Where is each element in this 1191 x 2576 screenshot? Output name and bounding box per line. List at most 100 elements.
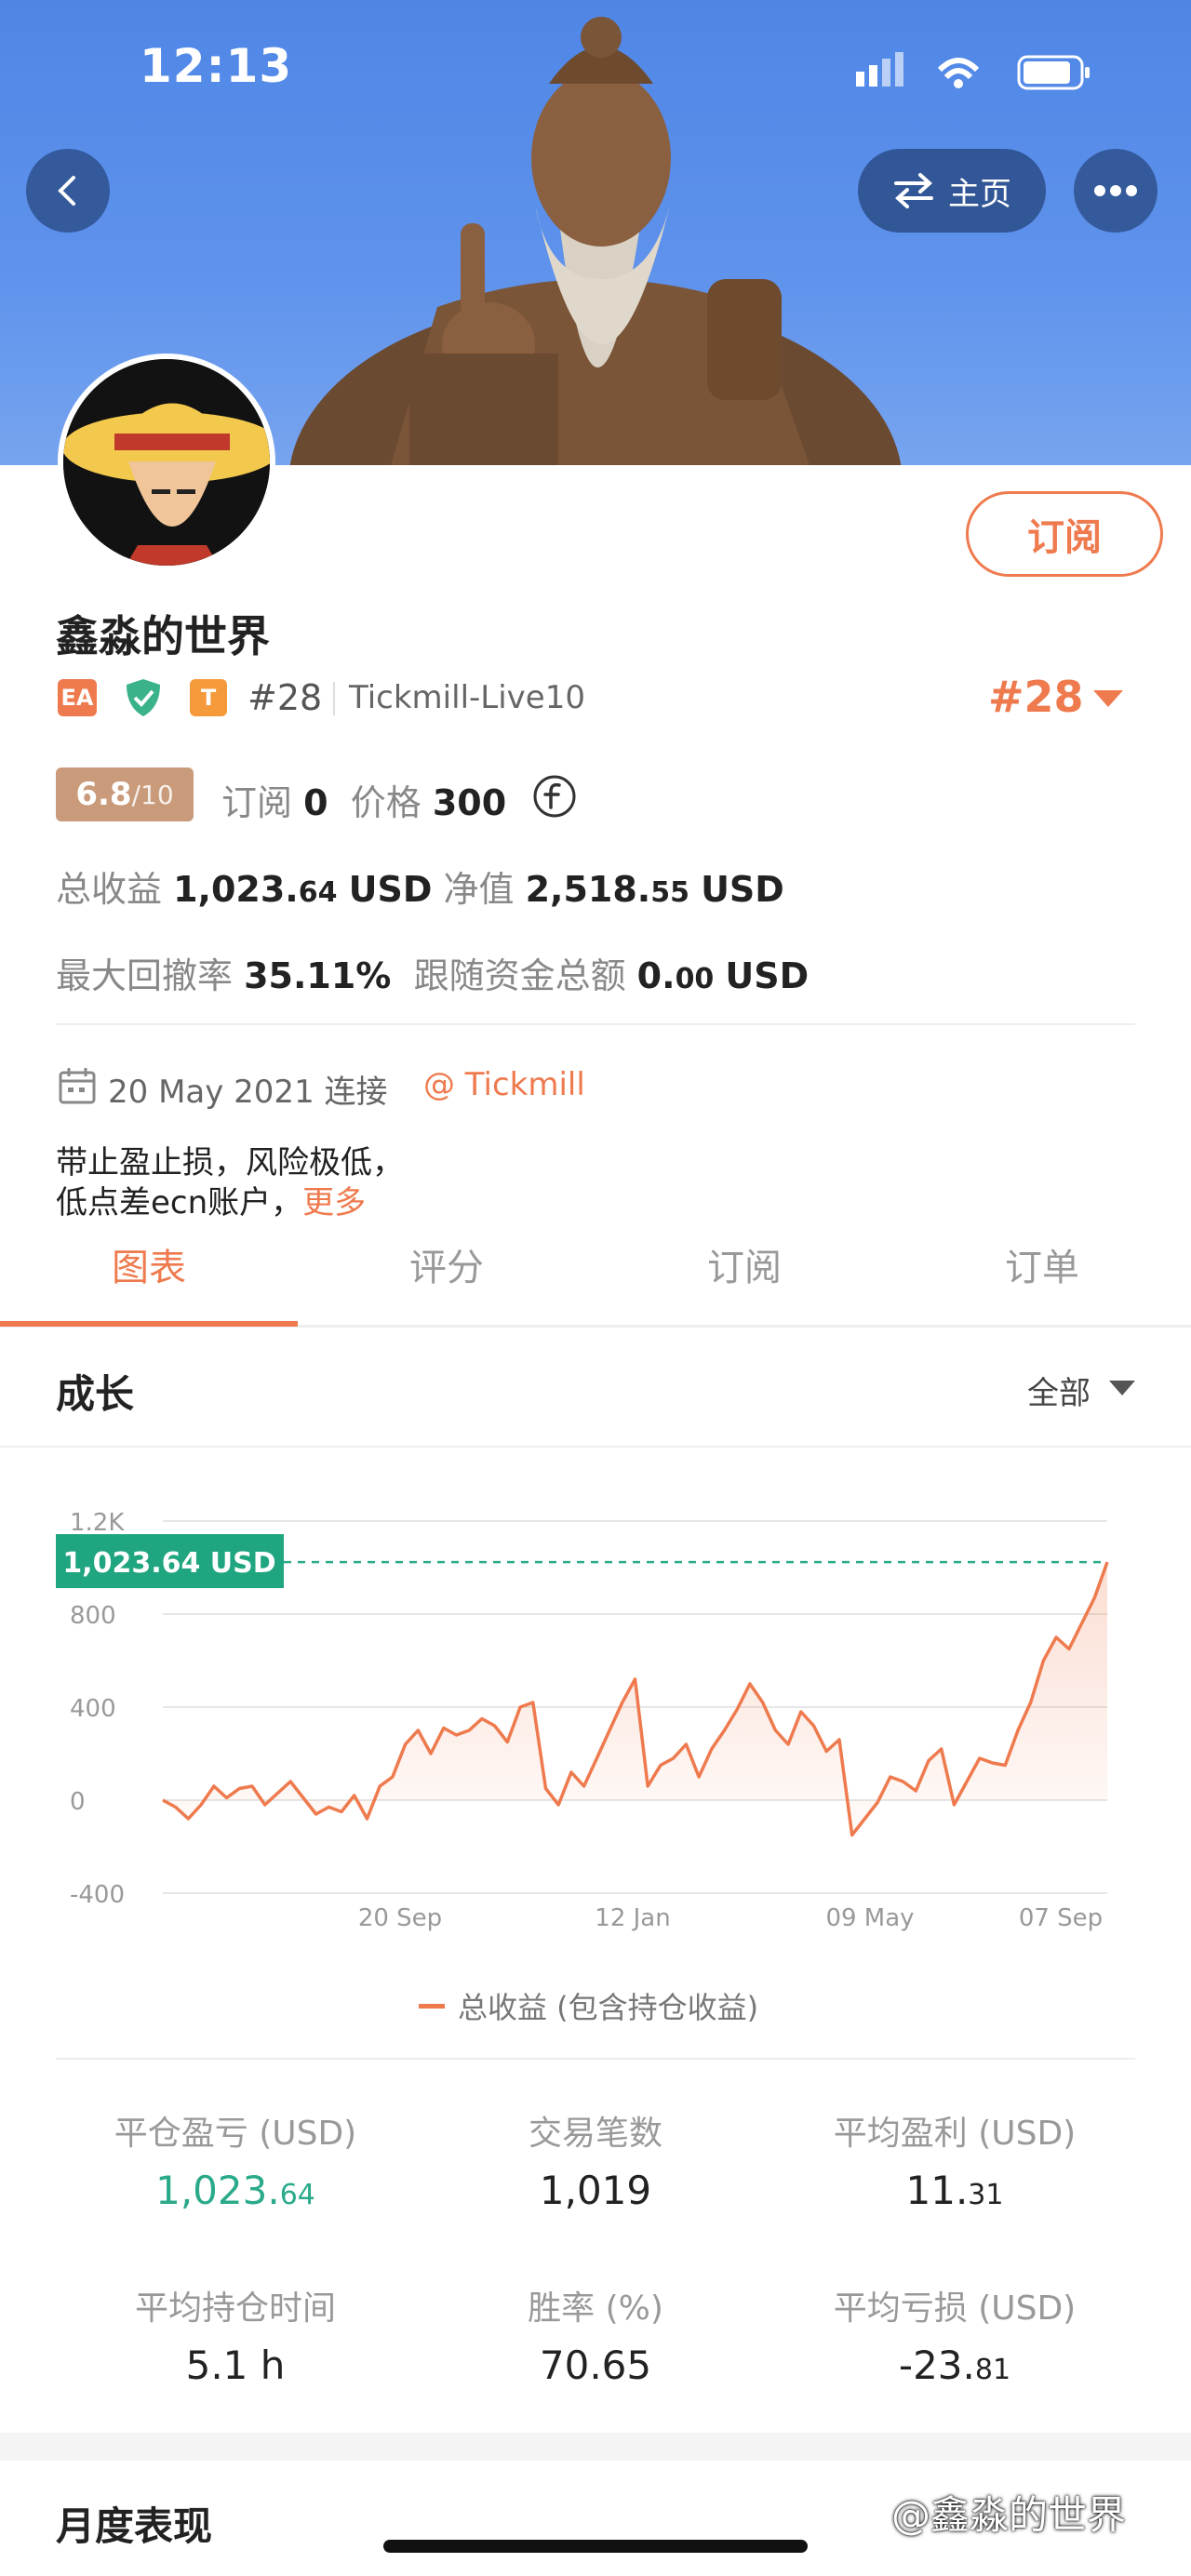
description-line-2: 低点差ecn账户，更多 <box>56 1177 366 1222</box>
tab-orders[interactable]: 订单 <box>893 1237 1191 1291</box>
caret-down-icon[interactable] <box>1109 1381 1135 1397</box>
status-icons <box>856 52 1090 90</box>
tab-chart[interactable]: 图表 <box>0 1237 298 1291</box>
account-name: Tickmill-Live10 <box>349 679 585 716</box>
stat-dec: 81 <box>974 2354 1011 2386</box>
chart-legend: 总收益 (包含持仓收益) <box>419 1984 758 2027</box>
score-max: /10 <box>131 779 174 810</box>
price-value: 300 <box>432 782 507 823</box>
stat-value: 1,023.64 <box>49 2168 422 2213</box>
stat-int: 1,019 <box>539 2168 652 2213</box>
profit-row: 总收益 1,023.64 USD 净值 2,518.55 USD <box>56 861 784 912</box>
stat-int: 11. <box>905 2168 969 2213</box>
y-tick-label: 1.2K <box>70 1509 125 1537</box>
divider <box>0 1446 1191 1448</box>
more-button[interactable] <box>1074 149 1158 233</box>
stat-dec: 64 <box>279 2179 315 2211</box>
coin-icon <box>533 775 576 818</box>
t-badge: T <box>190 679 227 716</box>
equity-decimals: 55 <box>650 876 689 909</box>
stat-label: 平均持仓时间 <box>134 2289 336 2328</box>
max-drawdown-label: 最大回撤率 <box>56 955 234 996</box>
stat-int: -23. <box>898 2342 975 2388</box>
series-area <box>163 1562 1107 1835</box>
stat-int: 5.1 h <box>185 2342 286 2388</box>
y-tick-label: 800 <box>70 1602 116 1630</box>
stat-value: 1,019 <box>409 2168 782 2213</box>
y-tick-label: 0 <box>70 1788 86 1816</box>
ea-badge: EA <box>58 679 97 716</box>
growth-title: 成长 <box>56 1371 135 1417</box>
x-tick-label: 20 Sep <box>358 1904 442 1932</box>
subscriptions-stat: 订阅 0 价格 300 <box>221 774 506 825</box>
y-tick-label: -400 <box>70 1881 125 1909</box>
connect-date: 20 May 2021 连接 <box>108 1074 388 1111</box>
total-profit-decimals: 64 <box>298 876 338 909</box>
max-drawdown-value: 35.11% <box>244 955 392 996</box>
home-button-label: 主页 <box>948 175 1011 213</box>
current-value-label: 1,023.64 USD <box>62 1547 275 1580</box>
x-tick-label: 12 Jan <box>595 1904 670 1932</box>
home-button[interactable]: 主页 <box>858 149 1046 233</box>
stat-label: 平仓盈亏 (USD) <box>114 2115 357 2153</box>
score-badge: 6.8/10 <box>56 767 194 821</box>
stat-label: 交易笔数 <box>528 2115 662 2153</box>
more-link[interactable]: 更多 <box>302 1184 366 1221</box>
total-profit-value: 1,023. <box>173 869 299 910</box>
price-label: 价格 <box>350 782 422 823</box>
y-tick-label: 400 <box>70 1695 116 1723</box>
x-tick-label: 09 May <box>825 1904 914 1932</box>
profile-name: 鑫淼的世界 <box>56 611 270 661</box>
shield-icon <box>127 679 160 716</box>
calendar-icon <box>59 1068 96 1104</box>
tab-rating[interactable]: 评分 <box>298 1237 596 1291</box>
watermark: @鑫淼的世界 <box>891 2492 1127 2538</box>
subscriptions-value: 0 <box>303 782 328 823</box>
stat-label: 胜率 (%) <box>528 2289 663 2328</box>
growth-chart[interactable]: 1.2K 800 400 0 -400 20 Sep 12 Jan 09 May 07 Sep 1… <box>0 1488 1191 1935</box>
subscriptions-label: 订阅 <box>221 782 293 823</box>
divider <box>333 682 335 715</box>
back-button[interactable] <box>26 149 110 233</box>
tab-indicator <box>0 1321 298 1327</box>
total-profit-label: 总收益 <box>56 869 163 910</box>
divider <box>56 1023 1135 1025</box>
rank-small: #28 <box>248 677 323 718</box>
legend-label: 总收益 (包含持仓收益) <box>458 1990 759 2025</box>
caret-down-icon[interactable] <box>1093 690 1123 709</box>
description-text: 低点差ecn账户， <box>56 1184 303 1221</box>
ellipsis-icon <box>1094 185 1137 196</box>
subscribe-button[interactable]: 订阅 <box>966 491 1163 577</box>
divider <box>56 2058 1135 2060</box>
rank-big[interactable]: #28 <box>988 672 1084 722</box>
stat-value: 5.1 h <box>49 2342 422 2388</box>
equity-label: 净值 <box>443 869 515 910</box>
x-tick-label: 07 Sep <box>1019 1904 1103 1932</box>
growth-filter[interactable]: 全部 <box>1027 1368 1091 1413</box>
legend-swatch <box>419 2003 445 2009</box>
follow-funds-unit: USD <box>725 955 810 996</box>
broker-link[interactable]: @ Tickmill <box>423 1066 585 1103</box>
score-value: 6.8 <box>75 776 132 813</box>
stat-dec: 31 <box>968 2179 1004 2211</box>
stat-int: 1,023. <box>155 2168 280 2213</box>
drawdown-row: 最大回撤率 35.11% 跟随资金总额 0.00 USD <box>56 947 809 998</box>
stat-int: 70.65 <box>539 2342 652 2388</box>
stat-value: 11.31 <box>769 2168 1141 2213</box>
stat-label: 平均盈利 (USD) <box>833 2115 1077 2153</box>
swap-icon <box>894 173 933 208</box>
follow-funds-label: 跟随资金总额 <box>413 955 626 996</box>
follow-funds-value: 0. <box>636 955 676 996</box>
stat-label: 平均亏损 (USD) <box>833 2289 1077 2328</box>
stat-value: 70.65 <box>409 2342 782 2388</box>
tab-subscriptions[interactable]: 订阅 <box>596 1237 893 1291</box>
section-gap <box>0 2433 1191 2461</box>
follow-funds-decimals: 00 <box>675 963 715 995</box>
avatar-image <box>63 359 270 566</box>
avatar[interactable] <box>58 354 275 571</box>
status-time: 12:13 <box>140 39 293 93</box>
equity-unit: USD <box>701 869 784 910</box>
home-indicator <box>383 2540 808 2553</box>
description-line-1: 带止盈止损，风险极低， <box>56 1144 404 1181</box>
chevron-left-icon <box>58 176 75 206</box>
